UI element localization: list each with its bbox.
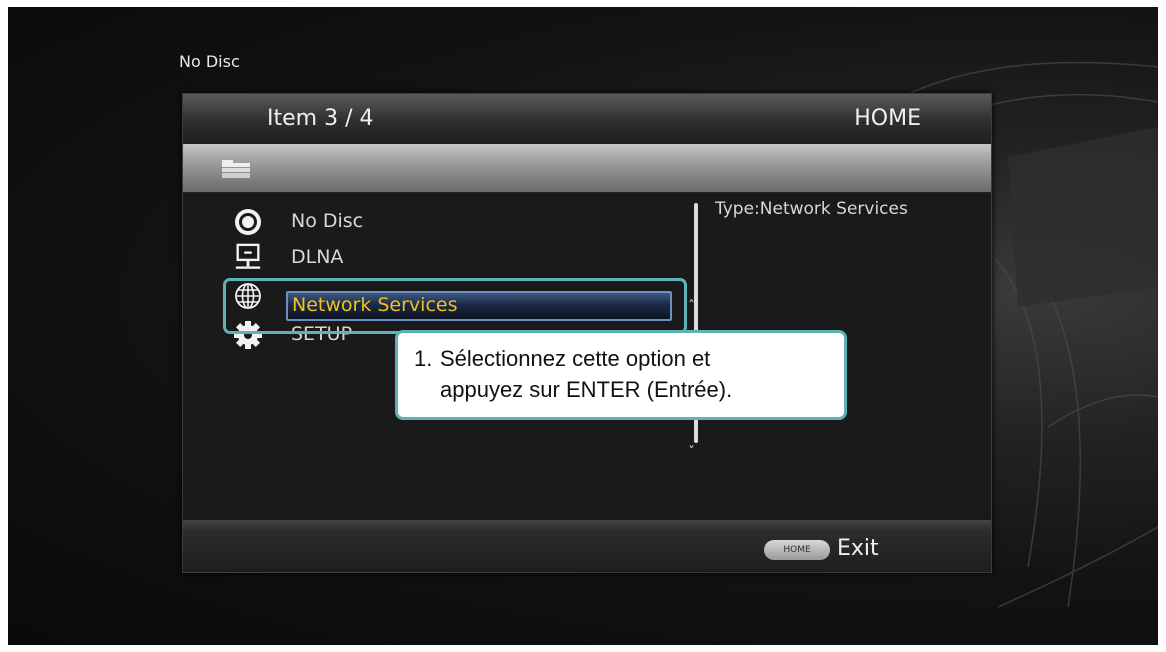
callout-line-1: Sélectionnez cette option et (440, 346, 711, 371)
footer-separator (183, 520, 991, 532)
info-type-text: Type:Network Services (715, 199, 908, 219)
callout-step-number: 1. (414, 346, 433, 371)
instruction-callout: 1. Sélectionnez cette option et appuyez … (395, 330, 847, 420)
selection-highlight-outline (223, 278, 687, 334)
panel-header: Item 3 / 4 HOME (183, 94, 991, 145)
home-key-button[interactable]: HOME (764, 540, 830, 560)
page-title: HOME (854, 106, 921, 131)
menu-item-label: DLNA (291, 246, 344, 268)
folder-icon (222, 160, 250, 178)
menu-item-dlna[interactable]: DLNA (233, 243, 673, 275)
panel-footer: HOME Exit (183, 532, 991, 572)
disc-icon (235, 209, 261, 235)
dlna-network-icon (235, 243, 261, 269)
path-bar (183, 144, 991, 193)
menu-item-no-disc[interactable]: No Disc (233, 207, 673, 239)
item-counter: Item 3 / 4 (267, 106, 374, 131)
disc-status-text: No Disc (179, 52, 240, 71)
menu-item-label: No Disc (291, 210, 364, 232)
home-menu-panel: Item 3 / 4 HOME No Disc DLNA SETUP ˆ ˇ T… (182, 93, 992, 573)
exit-label: Exit (837, 536, 879, 561)
tv-screen: No Disc Item 3 / 4 HOME No Disc DLNA SET… (8, 7, 1158, 645)
callout-line-2: appuyez sur ENTER (Entrée). (440, 377, 733, 402)
scroll-down-icon[interactable]: ˇ (688, 445, 695, 461)
